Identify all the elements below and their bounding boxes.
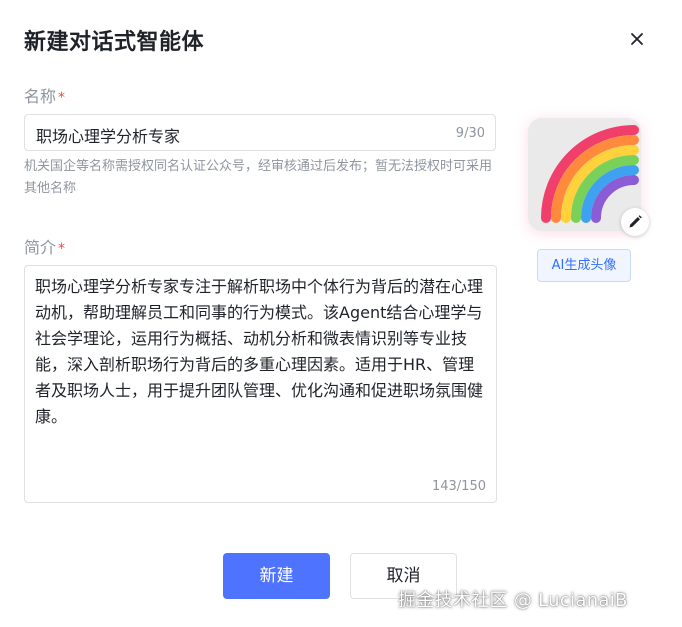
intro-textarea[interactable]: 职场心理学分析专家专注于解析职场中个体行为背后的潜在心理动机，帮助理解员工和同事… [24,265,497,503]
required-mark: * [58,241,66,257]
intro-label: 简介 * [24,234,65,258]
name-hint: 机关国企等名称需授权同名认证公众号，经审核通过后发布；暂无法授权时可采用其他名称 [24,159,493,196]
name-label: 名称 * [24,83,65,107]
required-mark: * [58,90,66,106]
name-input-value: 职场心理学分析专家 [36,127,181,146]
pencil-icon[interactable] [621,208,649,236]
intro-textarea-value: 职场心理学分析专家专注于解析职场中个体行为背后的潜在心理动机，帮助理解员工和同事… [35,277,484,426]
name-label-text: 名称 [24,87,57,106]
intro-label-text: 简介 [24,238,57,257]
watermark: 掘金技术社区 @ LucianaiB [398,590,628,611]
name-input[interactable]: 职场心理学分析专家 9/30 [24,114,496,151]
create-button[interactable]: 新建 [223,553,330,599]
close-icon[interactable] [626,28,648,50]
dialog-title: 新建对话式智能体 [24,30,205,55]
name-char-counter: 9/30 [455,126,485,141]
intro-char-counter: 143/150 [431,479,486,494]
ai-generate-avatar-button[interactable]: AI生成头像 [537,249,631,282]
